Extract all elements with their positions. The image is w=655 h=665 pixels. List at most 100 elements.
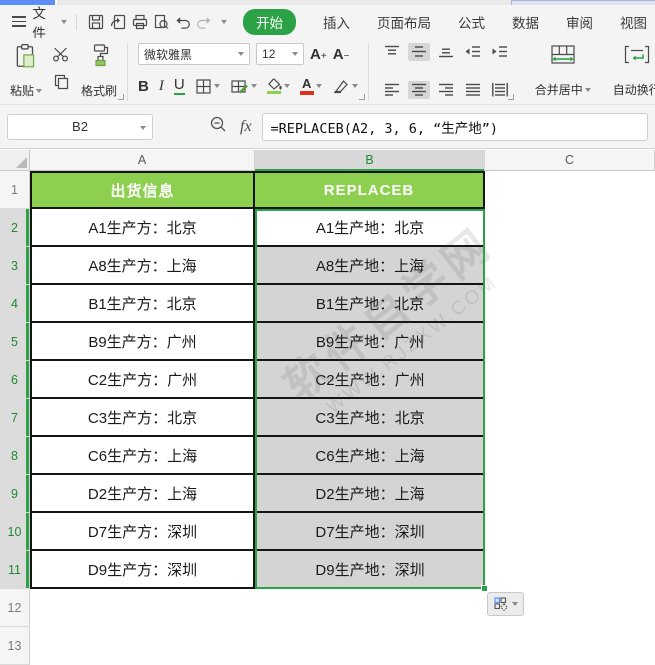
row-header-10[interactable]: 10 — [0, 513, 30, 551]
cell-A9[interactable]: D2生产方：上海 — [30, 475, 255, 513]
row-header-2[interactable]: 2 — [0, 209, 30, 247]
cell-B8[interactable]: C6生产地：上海 — [255, 437, 485, 475]
align-center-button[interactable] — [407, 81, 430, 99]
cell-A10[interactable]: D7生产方：深圳 — [30, 513, 255, 551]
output-icon[interactable] — [107, 11, 129, 33]
cell-C1[interactable] — [485, 171, 655, 209]
cell-B2[interactable]: A1生产地：北京 — [255, 209, 485, 247]
zoom-minus-icon[interactable] — [209, 115, 228, 139]
increase-font-button[interactable]: A + — [310, 47, 327, 62]
file-menu-chevron-icon[interactable] — [60, 19, 67, 24]
dialog-launcher-icon[interactable] — [118, 94, 125, 100]
cell-C13[interactable] — [485, 627, 655, 665]
font-color-button[interactable]: A — [299, 77, 322, 95]
cell-B7[interactable]: C3生产地：北京 — [255, 399, 485, 437]
justify-button[interactable] — [462, 81, 484, 99]
align-top-button[interactable] — [381, 43, 403, 61]
row-header-11[interactable]: 11 — [0, 551, 30, 589]
eraser-button[interactable] — [332, 78, 358, 94]
cell-C2[interactable] — [485, 209, 655, 247]
align-bottom-button[interactable] — [435, 43, 457, 61]
name-box[interactable]: B2 — [7, 113, 153, 140]
cell-B11[interactable]: D9生产地：深圳 — [255, 551, 485, 589]
ribbon-tab-4[interactable]: 数据 — [512, 12, 539, 32]
align-right-button[interactable] — [435, 81, 457, 99]
row-header-5[interactable]: 5 — [0, 323, 30, 361]
ribbon-tab-5[interactable]: 审阅 — [566, 12, 593, 32]
cell-B1[interactable]: REPLACEB — [255, 171, 485, 209]
row-header-12[interactable]: 12 — [0, 589, 30, 627]
fill-handle[interactable] — [480, 584, 488, 592]
decrease-font-button[interactable]: A − — [333, 47, 350, 62]
main-menu-icon[interactable] — [12, 16, 27, 27]
decrease-indent-button[interactable] — [462, 43, 484, 61]
cell-style-button[interactable] — [230, 78, 257, 95]
ribbon-tab-1[interactable]: 插入 — [323, 12, 350, 32]
column-header-A[interactable]: A — [30, 150, 255, 171]
column-header-C[interactable]: C — [485, 150, 655, 171]
ribbon-tab-6[interactable]: 视图 — [620, 12, 647, 32]
row-header-13[interactable]: 13 — [0, 627, 30, 665]
italic-button[interactable]: I — [159, 78, 164, 94]
borders-button[interactable] — [195, 78, 220, 95]
align-left-button[interactable] — [381, 81, 403, 99]
insert-function-icon[interactable]: fx — [240, 118, 252, 136]
row-header-4[interactable]: 4 — [0, 285, 30, 323]
dialog-launcher-icon[interactable] — [507, 94, 514, 100]
name-box-chevron-icon[interactable] — [140, 125, 146, 130]
ribbon-tab-3[interactable]: 公式 — [458, 12, 485, 32]
dialog-launcher-icon[interactable] — [358, 94, 365, 100]
cell-B5[interactable]: B9生产地：广州 — [255, 323, 485, 361]
cell-A1[interactable]: 出货信息 — [30, 171, 255, 209]
formula-input[interactable]: =REPLACEB(A2, 3, 6, “生产地”) — [261, 112, 648, 141]
more-commands-icon[interactable] — [221, 19, 228, 24]
cell-A6[interactable]: C2生产方：广州 — [30, 361, 255, 399]
cell-B13[interactable] — [255, 627, 485, 665]
wrap-text-button[interactable]: 自动换行 — [609, 43, 655, 101]
save-icon[interactable] — [86, 11, 108, 33]
cell-A7[interactable]: C3生产方：北京 — [30, 399, 255, 437]
print-preview-icon[interactable] — [150, 11, 172, 33]
cell-A3[interactable]: A8生产方：上海 — [30, 247, 255, 285]
cell-C9[interactable] — [485, 475, 655, 513]
bold-button[interactable]: B — [138, 79, 149, 94]
cell-B10[interactable]: D7生产地：深圳 — [255, 513, 485, 551]
cell-B12[interactable] — [255, 589, 485, 627]
font-size-select[interactable]: 12 — [256, 43, 305, 65]
cut-button[interactable] — [52, 47, 71, 67]
cell-B4[interactable]: B1生产地：北京 — [255, 285, 485, 323]
cell-B6[interactable]: C2生产地：广州 — [255, 361, 485, 399]
row-header-9[interactable]: 9 — [0, 475, 30, 513]
cell-B3[interactable]: A8生产地：上海 — [255, 247, 485, 285]
cell-C6[interactable] — [485, 361, 655, 399]
cell-C5[interactable] — [485, 323, 655, 361]
font-name-select[interactable]: 微软雅黑 — [138, 43, 251, 65]
row-header-8[interactable]: 8 — [0, 437, 30, 475]
row-header-7[interactable]: 7 — [0, 399, 30, 437]
increase-indent-button[interactable] — [489, 43, 511, 61]
undo-icon[interactable] — [172, 11, 194, 33]
ribbon-tab-2[interactable]: 页面布局 — [377, 12, 431, 32]
cell-A4[interactable]: B1生产方：北京 — [30, 285, 255, 323]
cell-C8[interactable] — [485, 437, 655, 475]
cell-B9[interactable]: D2生产地：上海 — [255, 475, 485, 513]
copy-button[interactable] — [53, 74, 70, 95]
ribbon-tab-0[interactable]: 开始 — [243, 8, 297, 35]
cell-C11[interactable] — [485, 551, 655, 589]
row-header-6[interactable]: 6 — [0, 361, 30, 399]
cell-A11[interactable]: D9生产方：深圳 — [30, 551, 255, 589]
align-middle-button[interactable] — [407, 43, 430, 61]
format-painter-button[interactable]: 格式刷 — [81, 43, 117, 99]
row-header-3[interactable]: 3 — [0, 247, 30, 285]
cell-A2[interactable]: A1生产方：北京 — [30, 209, 255, 247]
cell-A12[interactable] — [30, 589, 255, 627]
fill-color-button[interactable] — [267, 78, 290, 95]
fill-options-button[interactable] — [487, 592, 524, 616]
cell-A5[interactable]: B9生产方：广州 — [30, 323, 255, 361]
cell-A13[interactable] — [30, 627, 255, 665]
cell-C7[interactable] — [485, 399, 655, 437]
paste-button[interactable]: 粘贴 — [10, 43, 43, 99]
cell-C10[interactable] — [485, 513, 655, 551]
file-menu[interactable]: 文件 — [32, 2, 56, 42]
cell-C4[interactable] — [485, 285, 655, 323]
